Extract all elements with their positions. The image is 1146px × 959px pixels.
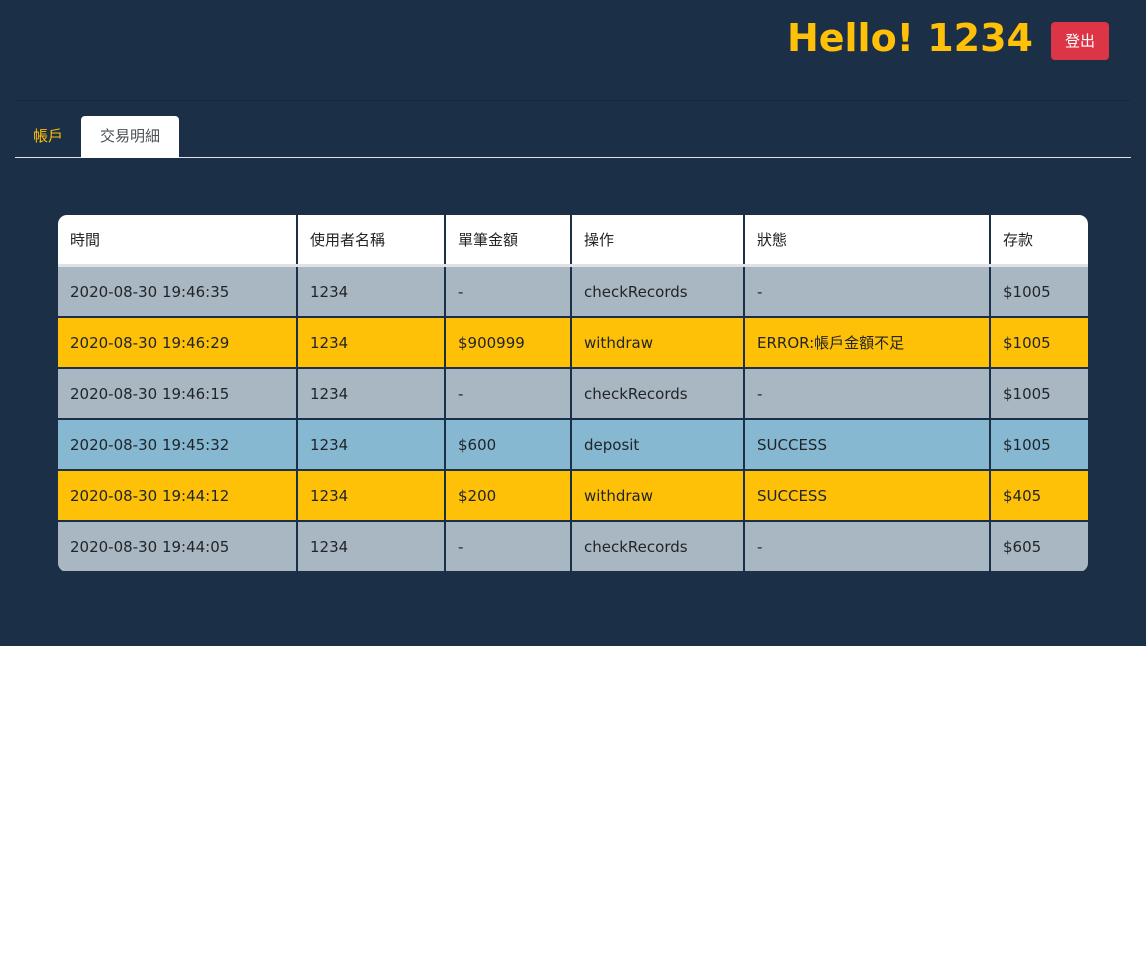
- cell-time: 2020-08-30 19:46:29: [58, 317, 298, 369]
- cell-user: 1234: [297, 265, 446, 318]
- column-header-user: 使用者名稱: [297, 215, 446, 267]
- cell-time: 2020-08-30 19:45:32: [58, 419, 298, 471]
- transactions-table: 時間 使用者名稱 單筆金額 操作 狀態 存款 2020-08-30 19:46:…: [58, 215, 1088, 572]
- cell-amount: $900999: [445, 317, 572, 369]
- cell-status: ERROR:帳戶金額不足: [744, 317, 991, 369]
- cell-balance: $1005: [990, 265, 1088, 318]
- column-header-status: 狀態: [744, 215, 991, 267]
- table-header-row: 時間 使用者名稱 單筆金額 操作 狀態 存款: [58, 215, 1088, 267]
- cell-time: 2020-08-30 19:44:12: [58, 470, 298, 522]
- table-row: 2020-08-30 19:46:29 1234 $900999 withdra…: [58, 317, 1088, 369]
- cell-amount: -: [445, 265, 572, 318]
- cell-action: checkRecords: [571, 521, 745, 571]
- logout-button[interactable]: 登出: [1051, 22, 1109, 60]
- cell-balance: $1005: [990, 317, 1088, 369]
- cell-amount: $600: [445, 419, 572, 471]
- cell-action: deposit: [571, 419, 745, 471]
- tab-bar: 帳戶 交易明細: [15, 116, 1131, 158]
- table-row: 2020-08-30 19:44:05 1234 - checkRecords …: [58, 521, 1088, 571]
- cell-action: withdraw: [571, 470, 745, 522]
- cell-balance: $1005: [990, 419, 1088, 471]
- cell-balance: $605: [990, 521, 1088, 571]
- cell-user: 1234: [297, 317, 446, 369]
- cell-action: withdraw: [571, 317, 745, 369]
- cell-user: 1234: [297, 470, 446, 522]
- cell-action: checkRecords: [571, 265, 745, 318]
- cell-user: 1234: [297, 368, 446, 420]
- table-row: 2020-08-30 19:46:35 1234 - checkRecords …: [58, 265, 1088, 318]
- cell-user: 1234: [297, 521, 446, 571]
- cell-time: 2020-08-30 19:46:35: [58, 265, 298, 318]
- table-row: 2020-08-30 19:44:12 1234 $200 withdraw S…: [58, 470, 1088, 522]
- cell-amount: $200: [445, 470, 572, 522]
- greeting-title: Hello! 1234: [786, 16, 1033, 60]
- app-container: Hello! 1234 登出 帳戶 交易明細 時間 使用者名稱 單筆金額 操作: [0, 0, 1146, 646]
- cell-status: -: [744, 521, 991, 571]
- cell-status: SUCCESS: [744, 419, 991, 471]
- column-header-balance: 存款: [990, 215, 1088, 267]
- table-row: 2020-08-30 19:45:32 1234 $600 deposit SU…: [58, 419, 1088, 471]
- tab-transactions[interactable]: 交易明細: [81, 116, 179, 158]
- cell-user: 1234: [297, 419, 446, 471]
- column-header-amount: 單筆金額: [445, 215, 572, 267]
- cell-status: SUCCESS: [744, 470, 991, 522]
- cell-time: 2020-08-30 19:46:15: [58, 368, 298, 420]
- table-row: 2020-08-30 19:46:15 1234 - checkRecords …: [58, 368, 1088, 420]
- header: Hello! 1234 登出: [15, 0, 1131, 101]
- cell-status: -: [744, 265, 991, 318]
- cell-amount: -: [445, 368, 572, 420]
- cell-time: 2020-08-30 19:44:05: [58, 521, 298, 571]
- cell-action: checkRecords: [571, 368, 745, 420]
- cell-amount: -: [445, 521, 572, 571]
- cell-balance: $1005: [990, 368, 1088, 420]
- cell-status: -: [744, 368, 991, 420]
- column-header-action: 操作: [571, 215, 745, 267]
- cell-balance: $405: [990, 470, 1088, 522]
- tab-account[interactable]: 帳戶: [15, 116, 81, 157]
- column-header-time: 時間: [58, 215, 298, 267]
